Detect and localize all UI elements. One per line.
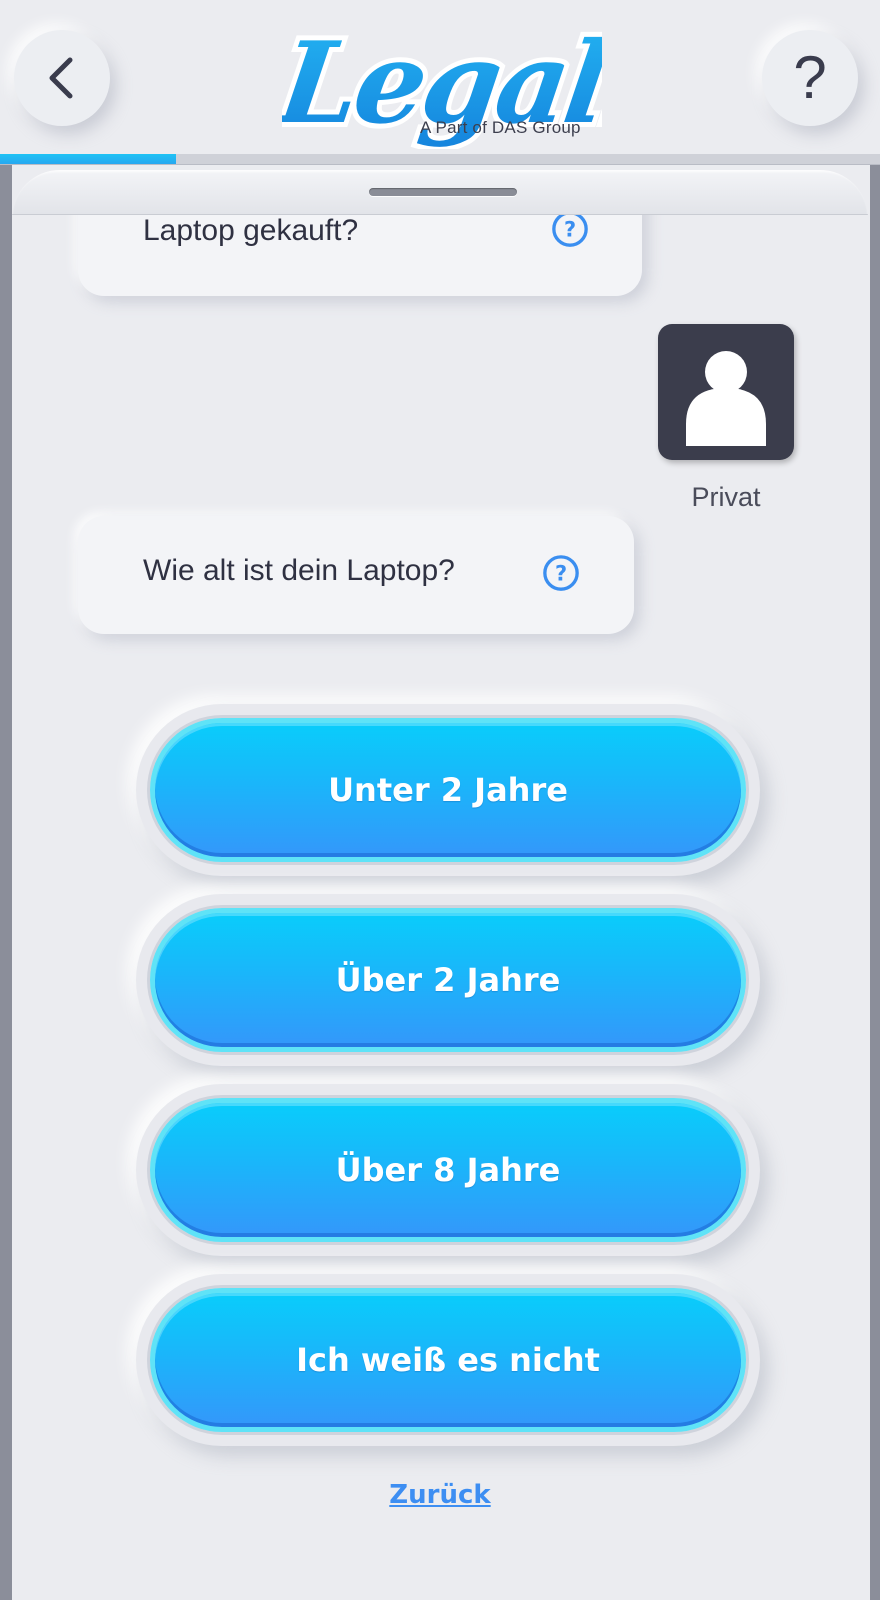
app-header: Legally Legally A Part of DAS Group ? bbox=[0, 0, 880, 158]
answer-option-wrapper: Unter 2 Jahre bbox=[136, 704, 760, 876]
answer-label: Über 2 Jahre bbox=[335, 961, 561, 999]
answer-label: Unter 2 Jahre bbox=[328, 771, 568, 809]
sheet-handle-bar[interactable] bbox=[12, 170, 868, 215]
answer-option-wrapper: Ich weiß es nicht bbox=[136, 1274, 760, 1446]
answer-label: Ich weiß es nicht bbox=[296, 1341, 600, 1379]
logo-subtitle: A Part of DAS Group bbox=[420, 118, 581, 137]
answer-button-over-8-years[interactable]: Über 8 Jahre bbox=[150, 1098, 746, 1242]
question-circle-icon[interactable]: ? bbox=[542, 554, 580, 592]
user-answer-label: Privat bbox=[691, 482, 761, 512]
answer-option-wrapper: Über 8 Jahre bbox=[136, 1084, 760, 1256]
chevron-left-icon bbox=[49, 57, 73, 99]
progress-bar bbox=[0, 154, 880, 165]
backdrop-left bbox=[0, 165, 12, 1600]
bot-message-current: Wie alt ist dein Laptop? ? bbox=[78, 516, 634, 634]
back-link[interactable]: Zurück bbox=[12, 1480, 868, 1510]
svg-text:?: ? bbox=[564, 218, 576, 242]
answer-option-wrapper: Über 2 Jahre bbox=[136, 894, 760, 1066]
person-icon bbox=[686, 351, 766, 446]
back-button[interactable] bbox=[14, 30, 110, 126]
drag-handle[interactable] bbox=[369, 188, 517, 196]
backdrop-right bbox=[870, 165, 880, 1600]
answer-button-under-2-years[interactable]: Unter 2 Jahre bbox=[150, 718, 746, 862]
question-circle-icon[interactable]: ? bbox=[551, 210, 589, 248]
answer-button-over-2-years[interactable]: Über 2 Jahre bbox=[150, 908, 746, 1052]
help-button[interactable]: ? bbox=[762, 30, 858, 126]
answer-button-dont-know[interactable]: Ich weiß es nicht bbox=[150, 1288, 746, 1432]
progress-fill bbox=[0, 154, 176, 164]
user-avatar bbox=[658, 324, 794, 460]
message-text: Wie alt ist dein Laptop? bbox=[143, 554, 455, 587]
help-icon: ? bbox=[793, 44, 827, 111]
svg-text:?: ? bbox=[555, 562, 567, 586]
answer-label: Über 8 Jahre bbox=[335, 1151, 561, 1189]
message-text: Laptop gekauft? bbox=[143, 214, 359, 247]
chat-sheet: Laptop gekauft? ? Privat Wie alt ist dei… bbox=[12, 170, 868, 1600]
